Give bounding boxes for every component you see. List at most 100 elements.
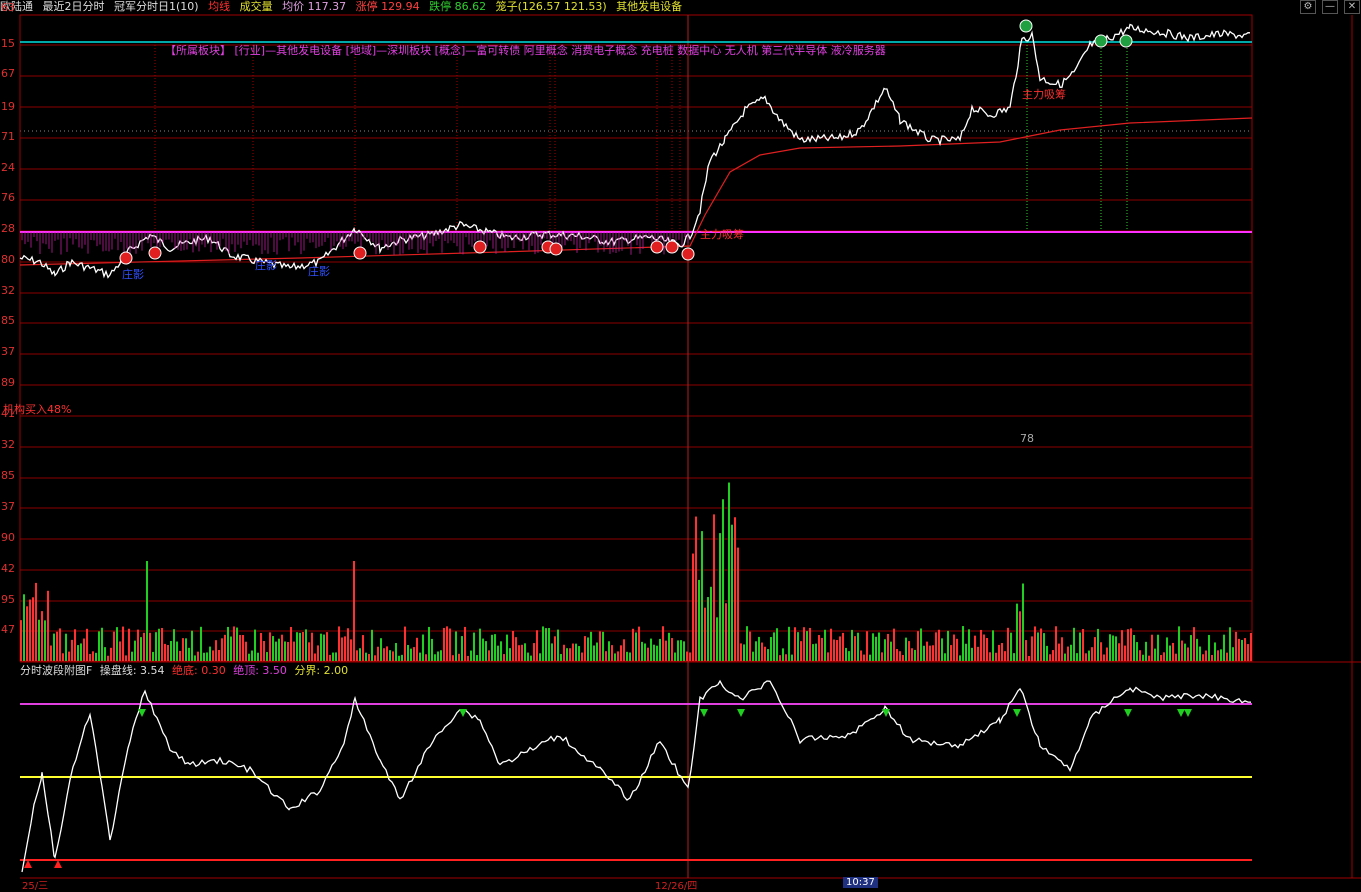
volume-bar: [935, 632, 937, 661]
volume-bar: [656, 645, 658, 661]
volume-bar: [983, 634, 985, 661]
volume-bar: [248, 653, 250, 661]
volume-bar: [134, 640, 136, 661]
volume-bar: [644, 643, 646, 661]
volume-bar: [881, 652, 883, 661]
volume-bar: [728, 482, 730, 661]
volume-bar: [1082, 629, 1084, 661]
volume-bar: [539, 653, 541, 661]
volume-bar: [794, 627, 796, 661]
volume-bar: [533, 643, 535, 661]
sell-arrow-icon: [700, 709, 708, 717]
signal-dot-icon: [353, 246, 367, 260]
volume-bar: [707, 597, 709, 661]
volume-bar: [1208, 634, 1210, 661]
volume-bar: [605, 651, 607, 661]
volume-bar: [653, 644, 655, 661]
y-axis-label: 28: [1, 222, 15, 235]
volume-bar: [887, 633, 889, 661]
volume-bar: [833, 639, 835, 661]
volume-bar: [455, 631, 457, 661]
volume-bar: [431, 638, 433, 661]
volume-bar: [449, 628, 451, 661]
volume-bar: [1229, 627, 1231, 661]
volume-bar: [1250, 632, 1252, 661]
volume-bar: [335, 652, 337, 661]
zhuang-label-3: 庄影: [308, 265, 330, 278]
volume-bar: [809, 627, 811, 661]
volume-bar: [1238, 638, 1240, 661]
sell-arrow-icon: [138, 709, 146, 717]
volume-bar: [278, 638, 280, 661]
signal-dot-icon: [665, 240, 679, 254]
volume-bar: [698, 579, 700, 661]
volume-bar: [800, 641, 802, 661]
volume-bar: [839, 636, 841, 661]
volume-bar: [1235, 631, 1237, 661]
volume-bar: [398, 655, 400, 661]
volume-bar: [902, 654, 904, 661]
volume-bar: [1097, 628, 1099, 661]
volume-bar: [842, 632, 844, 661]
volume-bar: [545, 628, 547, 661]
volume-bar: [1073, 627, 1075, 661]
signal-dot-icon: [119, 251, 133, 265]
volume-bar: [824, 629, 826, 661]
volume-bar: [683, 641, 685, 661]
volume-bar: [920, 628, 922, 661]
volume-bar: [386, 646, 388, 661]
volume-bar: [341, 637, 343, 661]
volume-bar: [929, 645, 931, 661]
volume-bar: [575, 643, 577, 661]
volume-bar: [602, 631, 604, 661]
volume-bar: [215, 640, 217, 661]
volume-bar: [164, 643, 166, 661]
volume-bar: [686, 651, 688, 661]
cursor-time: 10:37: [843, 877, 878, 888]
volume-bar: [122, 626, 124, 661]
volume-bars: [20, 482, 1252, 661]
volume-bar: [674, 652, 676, 661]
volume-bar: [365, 652, 367, 661]
volume-bar: [1019, 611, 1021, 661]
volume-bar: [482, 638, 484, 661]
volume-bar: [1148, 655, 1150, 661]
signal-dot-icon: [650, 240, 664, 254]
volume-bar: [494, 634, 496, 661]
volume-bar: [878, 632, 880, 661]
volume-bar: [1151, 634, 1153, 661]
volume-bar: [1172, 642, 1174, 661]
volume-bar: [743, 644, 745, 661]
volume-bar: [314, 653, 316, 661]
volume-bar: [29, 599, 31, 661]
volume-bar: [53, 633, 55, 661]
volume-bar: [224, 634, 226, 661]
volume-bar: [374, 655, 376, 661]
volume-bar: [467, 655, 469, 661]
volume-bar: [104, 647, 106, 661]
volume-bar: [437, 651, 439, 661]
y-axis-label: 24: [1, 161, 15, 174]
volume-bar: [119, 641, 121, 661]
y-axis-label: 47: [1, 623, 15, 636]
volume-bar: [257, 652, 259, 661]
date-label-1: 25/三: [22, 881, 49, 892]
volume-bar: [716, 617, 718, 661]
intraday-chart[interactable]: [0, 0, 1361, 888]
volume-bar: [1115, 636, 1117, 661]
indicator-panel-name[interactable]: 分时波段附图F: [20, 664, 92, 677]
volume-bar: [179, 650, 181, 661]
volume-bar: [218, 649, 220, 661]
volume-bar: [884, 639, 886, 661]
y-axis-label: 15: [1, 37, 15, 50]
y-axis-label: 37: [1, 500, 15, 513]
volume-bar: [524, 643, 526, 661]
volume-bar: [137, 629, 139, 661]
volume-bar: [59, 628, 61, 661]
volume-bar: [701, 531, 703, 661]
volume-bar: [665, 640, 667, 661]
volume-bar: [578, 646, 580, 661]
volume-bar: [1247, 644, 1249, 661]
volume-bar: [293, 641, 295, 661]
volume-bar: [782, 648, 784, 661]
